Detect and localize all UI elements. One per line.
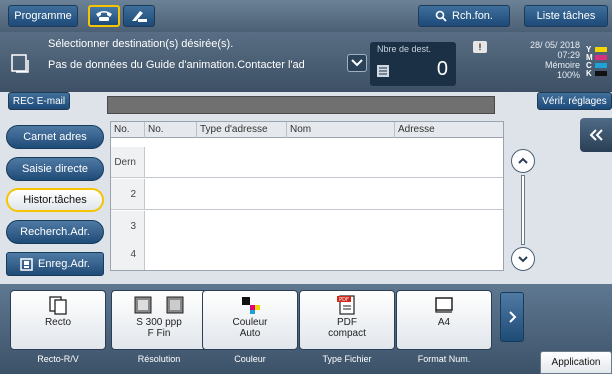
sidebar-item-job-history[interactable]: Histor.tâches (6, 188, 104, 212)
file-type-button[interactable]: PDF PDF compact (299, 290, 395, 350)
row-number: 3 (111, 211, 145, 241)
list-icon (377, 65, 389, 77)
row-content (145, 179, 503, 209)
destination-count-label: Nbre de dest. (377, 44, 432, 54)
color-icon (242, 297, 260, 314)
info-panel: Sélectionner destination(s) désirée(s). … (0, 32, 612, 92)
resolution-icon (134, 296, 184, 314)
sidebar-item-address-book[interactable]: Carnet adres (6, 125, 104, 149)
scan-size-value: A4 (437, 317, 451, 328)
document-icon (11, 54, 29, 73)
rec-email-button[interactable]: REC E-mail (8, 92, 70, 110)
color-value: Couleur (232, 317, 268, 328)
chevron-down-icon (518, 256, 528, 263)
destination-count-box: Nbre de dest. 0 (370, 42, 456, 86)
job-list-button[interactable]: Liste tâches (524, 5, 608, 27)
search-label: Rch.fon. (452, 10, 493, 22)
date-text: 28/ 05/ 2018 (529, 40, 580, 50)
duplex-button[interactable]: Recto (10, 290, 106, 350)
chevron-down-icon (351, 59, 363, 67)
color-label: Couleur (234, 354, 266, 364)
resolution-value: S 300 ppp (136, 317, 182, 328)
file-type-sub: compact (328, 328, 366, 339)
scan-size-label: Format Num. (417, 354, 471, 364)
row-number: 4 (111, 239, 145, 270)
tab-fax[interactable] (123, 5, 155, 27)
destination-count: 0 (436, 58, 448, 80)
table-row[interactable]: 2 (111, 179, 503, 210)
scan-size-button[interactable]: A4 (396, 290, 492, 350)
svg-text:PDF: PDF (339, 297, 349, 303)
check-settings-button[interactable]: Vérif. réglages (537, 92, 612, 110)
status-readout: 28/ 05/ 2018 07:29 Mémoire 100% (514, 40, 580, 80)
column-header[interactable]: Nom (287, 122, 395, 138)
file-type-label: Type Fichier (322, 354, 372, 364)
register-icon (20, 257, 33, 271)
resolution-button[interactable]: S 300 ppp F Fin (111, 290, 207, 350)
double-chevron-left-icon (589, 129, 603, 141)
next-functions-button[interactable] (500, 292, 524, 342)
table-header: No. No. Type d'adresse Nom Adresse (111, 122, 503, 138)
file-type-value: PDF (337, 317, 357, 328)
collapse-panel-button[interactable] (580, 118, 612, 152)
row-content (145, 147, 503, 177)
toner-levels: Y M C K (586, 45, 610, 78)
phone-icon (96, 11, 112, 21)
application-tab[interactable]: Application (540, 351, 612, 374)
destination-table: No. No. Type d'adresse Nom Adresse Dern … (110, 121, 504, 271)
row-number: 2 (111, 179, 145, 209)
register-address-button[interactable]: Enreg.Adr. (6, 252, 104, 276)
tab-phone[interactable] (88, 5, 120, 27)
column-header[interactable]: No. (111, 122, 145, 138)
resolution-sub: F Fin (147, 328, 171, 339)
row-number: Dern (111, 147, 145, 177)
chevron-up-icon (518, 157, 528, 164)
column-header[interactable]: No. (145, 122, 197, 138)
duplex-label: Recto-R/V (37, 354, 79, 364)
instruction-text: Sélectionner destination(s) désirée(s). (48, 38, 234, 50)
search-button[interactable]: Rch.fon. (418, 5, 510, 27)
memory-value: 100% (556, 70, 580, 80)
register-label: Enreg.Adr. (38, 258, 90, 270)
memory-label: Mémoire (544, 60, 580, 70)
scrollbar[interactable] (521, 175, 525, 245)
row-content (145, 211, 503, 241)
time-text: 07:29 (557, 50, 580, 60)
tab-programme[interactable]: Programme (8, 5, 78, 27)
chevron-right-icon (509, 311, 517, 323)
table-row[interactable]: 3 (111, 211, 503, 242)
row-content (145, 239, 503, 270)
fax-icon (132, 11, 147, 22)
destination-field[interactable] (107, 96, 495, 114)
table-row[interactable]: Dern (111, 147, 503, 178)
expand-message-button[interactable] (347, 54, 367, 72)
search-icon (435, 10, 447, 22)
column-header[interactable]: Adresse (395, 122, 503, 138)
scroll-up-button[interactable] (511, 149, 535, 173)
resolution-label: Résolution (137, 354, 181, 364)
paper-size-icon (435, 297, 453, 313)
table-row[interactable]: 4 (111, 239, 503, 270)
sidebar-item-address-search[interactable]: Recherch.Adr. (6, 220, 104, 244)
duplex-icon (49, 296, 67, 315)
alert-icon[interactable]: ! (473, 41, 487, 53)
scroll-down-button[interactable] (511, 247, 535, 271)
sidebar-item-direct-input[interactable]: Saisie directe (6, 157, 104, 181)
toner-black: K (586, 69, 610, 78)
pdf-icon: PDF (337, 295, 355, 315)
color-sub: Auto (239, 328, 261, 339)
color-button[interactable]: Couleur Auto (202, 290, 298, 350)
guide-message: Pas de données du Guide d'animation.Cont… (48, 59, 305, 71)
duplex-value: Recto (44, 317, 72, 328)
column-header[interactable]: Type d'adresse (197, 122, 287, 138)
